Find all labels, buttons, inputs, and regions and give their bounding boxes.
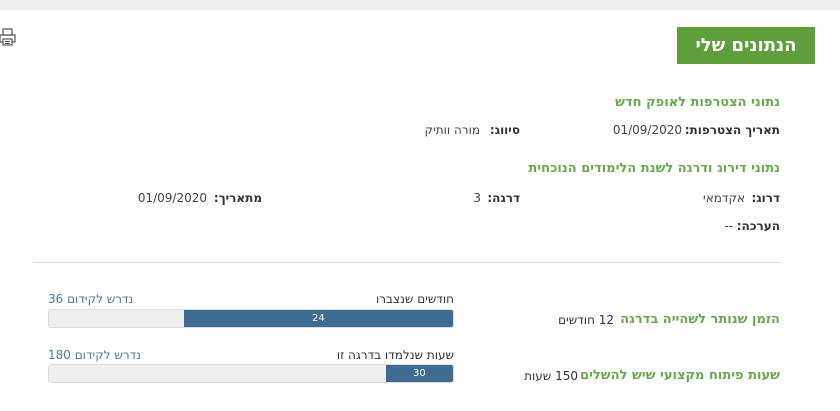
my-data-card: הנתונים שלי נתוני הצטרפות לאופק חדש תארי… bbox=[0, 10, 840, 411]
classification-label: סיווג: bbox=[489, 123, 520, 137]
months-progress-fill: 24 bbox=[183, 310, 453, 327]
hours-required-label: נדרש לקידום 180 bbox=[48, 348, 141, 362]
time-in-grade-total: 12 חודשים bbox=[558, 313, 614, 327]
from-date-value: 01/09/2020 bbox=[137, 191, 207, 205]
months-accumulated-caption: חודשים שנצברו bbox=[375, 292, 454, 306]
training-hours-total: 150 שעות bbox=[524, 369, 578, 383]
classification-value: מורה וותיק bbox=[424, 123, 480, 137]
grade-label: דרגה: bbox=[487, 191, 520, 205]
printer-icon[interactable] bbox=[0, 27, 18, 47]
hours-learned-caption: שעות שנלמדו בדרגה זו bbox=[336, 348, 454, 362]
grade-value: 3 bbox=[473, 191, 481, 205]
rank-label: דרוג: bbox=[751, 191, 780, 205]
joining-date-label: תאריך הצטרפות: bbox=[684, 123, 780, 137]
note-value: -- bbox=[724, 219, 733, 233]
rank-value: אקדמאי bbox=[703, 191, 745, 205]
months-required-label: נדרש לקידום 36 bbox=[48, 292, 134, 306]
months-progress-bar: 24 bbox=[48, 309, 454, 328]
hours-progress-bar: 30 bbox=[48, 364, 454, 383]
training-hours-title: שעות פיתוח מקצועי שיש להשלים bbox=[580, 368, 780, 383]
from-date-label: מתאריך: bbox=[213, 191, 262, 205]
note-label: הערכה: bbox=[736, 219, 780, 233]
divider bbox=[33, 262, 780, 263]
joining-date-value: 01/09/2020 bbox=[612, 123, 682, 137]
joining-section-title: נתוני הצטרפות לאופק חדש bbox=[615, 95, 780, 110]
time-in-grade-title: הזמן שנותר לשהייה בדרגה bbox=[620, 312, 780, 327]
page-title: הנתונים שלי bbox=[677, 27, 815, 64]
ranking-section-title: נתוני דירוג ודרגה לשנת הלימודים הנוכחית bbox=[528, 161, 780, 176]
hours-progress-fill: 30 bbox=[385, 365, 453, 382]
